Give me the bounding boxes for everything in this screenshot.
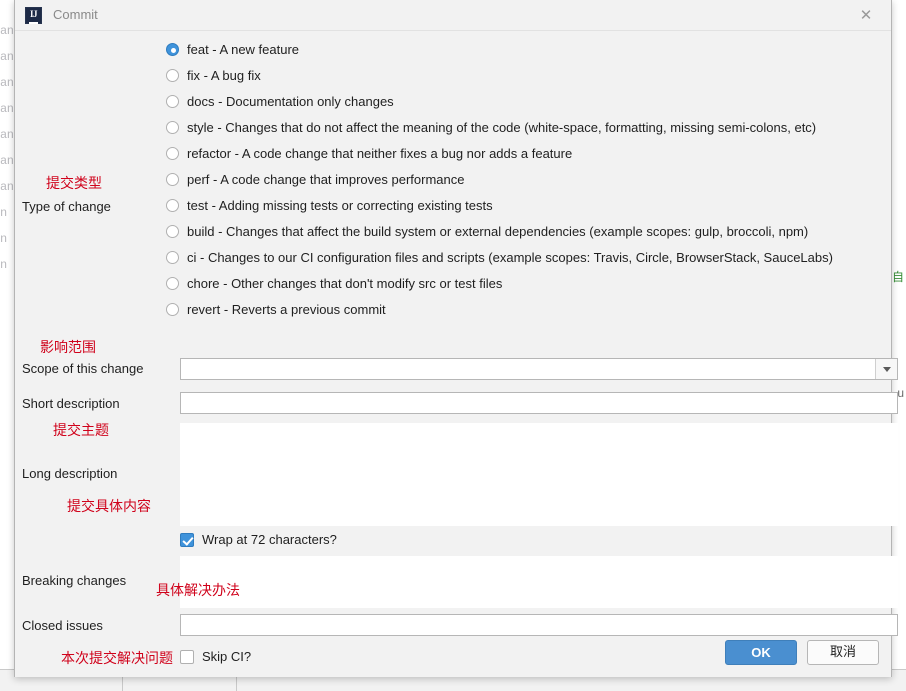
long-description-label: Long description <box>22 466 118 481</box>
scope-input[interactable] <box>181 359 875 379</box>
closed-issues-label: Closed issues <box>22 618 103 633</box>
background-right-gray-glyph: u <box>897 386 904 400</box>
radio-option-label: feat - A new feature <box>187 42 300 57</box>
type-of-change-label: Type of change <box>22 199 111 214</box>
checkbox-empty-icon[interactable] <box>180 650 194 664</box>
radio-empty-icon[interactable] <box>166 277 179 290</box>
radio-option-label: style - Changes that do not affect the m… <box>187 120 817 135</box>
intellij-idea-icon: IJ <box>25 7 42 24</box>
radio-option-fix[interactable]: fix - A bug fix <box>166 63 882 89</box>
ok-button[interactable]: OK <box>725 640 797 665</box>
radio-empty-icon[interactable] <box>166 251 179 264</box>
radio-option-label: refactor - A code change that neither fi… <box>187 146 573 161</box>
radio-option-chore[interactable]: chore - Other changes that don't modify … <box>166 271 882 297</box>
short-description-input[interactable] <box>180 392 898 414</box>
short-description-label: Short description <box>22 396 120 411</box>
radio-empty-icon[interactable] <box>166 303 179 316</box>
radio-empty-icon[interactable] <box>166 173 179 186</box>
scope-label: Scope of this change <box>22 361 144 376</box>
long-description-note: 提交具体内容 <box>67 499 151 515</box>
radio-option-refactor[interactable]: refactor - A code change that neither fi… <box>166 141 882 167</box>
radio-option-label: fix - A bug fix <box>187 68 261 83</box>
radio-option-build[interactable]: build - Changes that affect the build sy… <box>166 219 882 245</box>
scope-combobox[interactable] <box>180 358 898 380</box>
dialog-button-bar: OK 取消 <box>725 640 879 665</box>
radio-empty-icon[interactable] <box>166 121 179 134</box>
chevron-down-icon[interactable] <box>875 359 897 379</box>
breaking-changes-note: 具体解决办法 <box>156 583 240 599</box>
radio-option-revert[interactable]: revert - Reverts a previous commit <box>166 297 882 323</box>
scope-note: 影响范围 <box>40 340 96 356</box>
radio-option-ci[interactable]: ci - Changes to our CI configuration fil… <box>166 245 882 271</box>
radio-empty-icon[interactable] <box>166 147 179 160</box>
radio-option-feat[interactable]: feat - A new feature <box>166 37 882 63</box>
background-right-green-glyph: 自 <box>891 270 904 284</box>
dialog-title: Commit <box>53 7 98 22</box>
radio-option-label: chore - Other changes that don't modify … <box>187 276 503 291</box>
closed-issues-input[interactable] <box>180 614 898 636</box>
radio-empty-icon[interactable] <box>166 95 179 108</box>
radio-selected-icon[interactable] <box>166 43 179 56</box>
breaking-changes-label: Breaking changes <box>22 573 127 588</box>
breaking-changes-textarea[interactable] <box>180 556 898 608</box>
checkbox-check-icon[interactable] <box>180 533 194 547</box>
skip-ci-label: Skip CI? <box>202 649 252 664</box>
close-icon[interactable]: ✕ <box>857 7 875 25</box>
radio-option-docs[interactable]: docs - Documentation only changes <box>166 89 882 115</box>
type-of-change-note: 提交类型 <box>46 176 102 192</box>
radio-option-style[interactable]: style - Changes that do not affect the m… <box>166 115 882 141</box>
radio-empty-icon[interactable] <box>166 69 179 82</box>
type-of-change-radio-group: feat - A new feature fix - A bug fix docs … <box>166 37 882 323</box>
radio-option-label: ci - Changes to our CI configuration fil… <box>187 250 833 265</box>
radio-option-test[interactable]: test - Adding missing tests or correctin… <box>166 193 882 219</box>
radio-empty-icon[interactable] <box>166 199 179 212</box>
radio-option-label: build - Changes that affect the build sy… <box>187 224 809 239</box>
short-description-note: 提交主题 <box>53 423 109 439</box>
radio-empty-icon[interactable] <box>166 225 179 238</box>
commit-dialog: IJ Commit ✕ Type of change 提交类型 feat - A… <box>14 0 898 677</box>
radio-option-perf[interactable]: perf - A code change that improves perfo… <box>166 167 882 193</box>
radio-option-label: revert - Reverts a previous commit <box>187 302 386 317</box>
dialog-title-bar: IJ Commit ✕ <box>15 0 891 31</box>
dialog-content: Type of change 提交类型 feat - A new feature… <box>15 31 898 677</box>
wrap-at-72-label: Wrap at 72 characters? <box>202 532 337 547</box>
closed-issues-note: 本次提交解决问题 <box>61 651 173 667</box>
radio-option-label: perf - A code change that improves perfo… <box>187 172 465 187</box>
radio-option-label: docs - Documentation only changes <box>187 94 394 109</box>
skip-ci-checkbox[interactable]: Skip CI? <box>180 649 251 665</box>
wrap-at-72-checkbox[interactable]: Wrap at 72 characters? <box>180 532 337 548</box>
radio-option-label: test - Adding missing tests or correctin… <box>187 198 493 213</box>
long-description-textarea[interactable] <box>180 423 898 526</box>
cancel-button[interactable]: 取消 <box>807 640 879 665</box>
